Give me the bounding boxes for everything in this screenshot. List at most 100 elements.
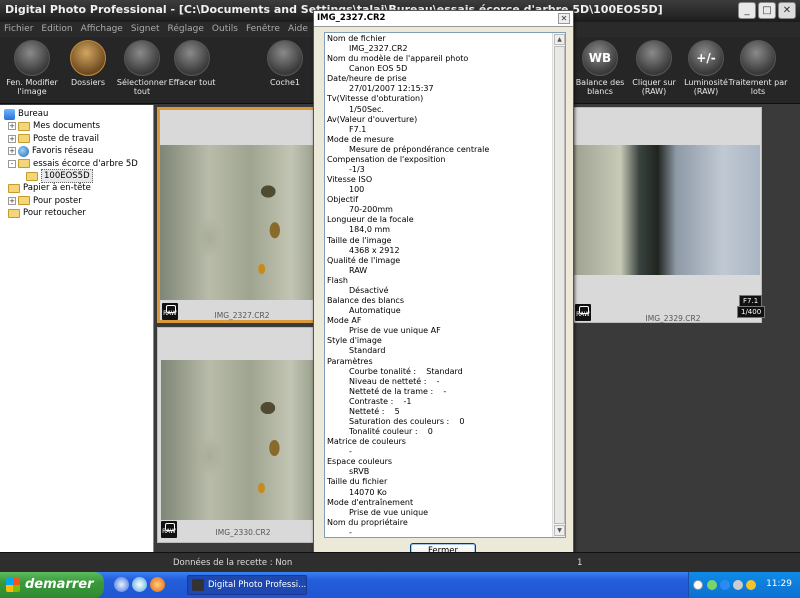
- info-value: -: [349, 527, 352, 537]
- info-value: Prise de vue unique AF: [349, 326, 441, 336]
- tree-item[interactable]: + Poste de travail: [8, 133, 99, 145]
- toolbar-batch-button[interactable]: Traitement par lots: [728, 40, 788, 96]
- tree-item[interactable]: Bureau: [4, 108, 48, 120]
- edit-image-icon: [14, 40, 50, 76]
- scroll-thumb[interactable]: [554, 46, 565, 524]
- info-value: Tonalité couleur : 0: [349, 427, 433, 437]
- folder-tree: Bureau + Mes documents + Poste de travail + Fa…: [0, 105, 154, 552]
- tree-item-label: Bureau: [18, 109, 49, 119]
- batch-icon: [740, 40, 776, 76]
- menu-item[interactable]: Fenêtre: [246, 22, 280, 37]
- folder-icon: [26, 171, 38, 181]
- menu-item[interactable]: Fichier: [4, 22, 33, 37]
- signal-icon[interactable]: [733, 580, 743, 590]
- expand-icon[interactable]: +: [8, 122, 16, 131]
- firefox-icon[interactable]: [150, 577, 165, 592]
- network-icon[interactable]: [707, 580, 717, 590]
- info-label: Flash: [327, 275, 348, 285]
- info-label: Compensation de l'exposition: [327, 154, 446, 164]
- toolbar-label: Fen. Modifier l'image: [6, 78, 58, 96]
- info-label: Taille du fichier: [327, 477, 388, 487]
- minimize-button[interactable]: _: [738, 2, 756, 19]
- folder-icon: [18, 159, 30, 169]
- tree-item[interactable]: Papier à en-tête: [8, 182, 91, 194]
- volume-icon[interactable]: [746, 580, 756, 590]
- toolbar-label: Effacer tout: [168, 78, 216, 87]
- tree-item-label: Pour retoucher: [23, 208, 86, 219]
- image-info-dialog: IMG_2327.CR2 ✕ Nom de fichier IMG_2327.CR…: [313, 10, 574, 570]
- toolbar-label: Balance des blancs: [575, 78, 625, 96]
- expand-icon[interactable]: +: [8, 134, 16, 143]
- expand-icon[interactable]: +: [8, 147, 16, 156]
- info-value: Standard: [349, 346, 386, 356]
- tree-item[interactable]: Pour retoucher: [8, 207, 86, 219]
- info-value: Netteté de la trame : -: [349, 386, 447, 396]
- menu-item[interactable]: Edition: [41, 22, 72, 37]
- info-label: Balance des blancs: [327, 296, 404, 306]
- expand-icon[interactable]: +: [8, 196, 16, 205]
- info-value: Netteté : 5: [349, 406, 400, 416]
- selection-count: 1: [577, 558, 583, 568]
- maximize-button[interactable]: □: [758, 2, 776, 19]
- menu-item[interactable]: Réglage: [168, 22, 204, 37]
- toolbar-folders-button[interactable]: Dossiers: [58, 40, 118, 87]
- info-list: Nom de fichier IMG_2327.CR2 Nom du modèle …: [327, 34, 553, 537]
- tree-item-label: Favoris réseau: [32, 146, 94, 157]
- menu-item[interactable]: Affichage: [81, 22, 123, 37]
- toolbar-check1-button[interactable]: Coche1: [255, 40, 315, 87]
- info-value: Courbe tonalité : Standard: [349, 366, 463, 376]
- thumbnail-filename: IMG_2330.CR2: [215, 528, 271, 537]
- system-tray: 11:29: [688, 572, 800, 598]
- clear-all-icon: [174, 40, 210, 76]
- scroll-down-icon[interactable]: ▼: [554, 525, 565, 536]
- scroll-up-icon[interactable]: ▲: [554, 34, 565, 45]
- menu-item[interactable]: Aide: [288, 22, 308, 37]
- vertical-scrollbar[interactable]: ▲ ▼: [552, 33, 565, 537]
- toolbar-label: Coche1: [270, 78, 300, 87]
- select-all-icon: [124, 40, 160, 76]
- globe-icon: [18, 145, 29, 157]
- tree-item[interactable]: 100EOS5D: [26, 169, 93, 183]
- menu-item[interactable]: Signet: [131, 22, 160, 37]
- task-label: Digital Photo Professi...: [208, 580, 307, 590]
- toolbar-edit-image-button[interactable]: Fen. Modifier l'image: [2, 40, 62, 96]
- info-label: Av(Valeur d'ouverture): [327, 114, 418, 124]
- tree-item[interactable]: + Pour poster: [8, 195, 82, 207]
- dialog-close-icon[interactable]: ✕: [558, 13, 570, 24]
- folder-icon: [18, 134, 30, 144]
- info-value: sRVB: [349, 467, 370, 477]
- info-label: Paramètres: [327, 356, 373, 366]
- photo-preview: [160, 145, 324, 300]
- collapse-icon[interactable]: -: [8, 159, 16, 168]
- info-label: Nom du modèle de l'appareil photo: [327, 54, 469, 64]
- thumbnail-img-2330[interactable]: RAW IMG_2330.CR2: [157, 327, 327, 543]
- info-value: RAW: [349, 265, 368, 275]
- tree-item[interactable]: + Favoris réseau: [8, 145, 93, 157]
- dialog-titlebar: IMG_2327.CR2 ✕: [314, 11, 573, 27]
- bluetooth-icon[interactable]: [720, 580, 730, 590]
- ie-icon[interactable]: [114, 577, 129, 592]
- recipe-status: Données de la recette : Non: [173, 558, 293, 568]
- close-window-button[interactable]: ✕: [778, 2, 796, 19]
- info-value: 27/01/2007 12:15:37: [349, 84, 434, 94]
- info-value: -: [349, 447, 352, 457]
- tree-item-label: Poste de travail: [33, 133, 100, 144]
- thumbnail-img-2329[interactable]: RAW F7.1 1/400 IMG_2329.CR2: [572, 107, 766, 323]
- menu-item[interactable]: Outils: [212, 22, 238, 37]
- toolbar-eyedropper-button[interactable]: Cliquer sur (RAW): [624, 40, 684, 96]
- tree-item[interactable]: + Mes documents: [8, 120, 100, 132]
- info-value: 14070 Ko: [349, 487, 387, 497]
- start-button[interactable]: demarrer: [0, 572, 104, 598]
- globe-icon[interactable]: [132, 577, 147, 592]
- toolbar-brightness-button[interactable]: +/- Luminosité (RAW): [676, 40, 736, 96]
- task-dpp[interactable]: Digital Photo Professi...: [187, 575, 307, 595]
- thumbnail-img-2327[interactable]: RAW IMG_2327.CR2: [157, 107, 327, 323]
- info-listbox[interactable]: Nom de fichier IMG_2327.CR2 Nom du modèle …: [324, 32, 566, 538]
- toolbar-white-balance-button[interactable]: WB Balance des blancs: [570, 40, 630, 96]
- info-label: Objectif: [327, 195, 359, 205]
- folder-icon: [18, 196, 30, 206]
- tray-arrow-icon[interactable]: [693, 580, 703, 590]
- info-value: 70-200mm: [349, 205, 393, 215]
- tree-item[interactable]: - essais écorce d'arbre 5D: [8, 158, 138, 170]
- toolbar-clear-all-button[interactable]: Effacer tout: [162, 40, 222, 87]
